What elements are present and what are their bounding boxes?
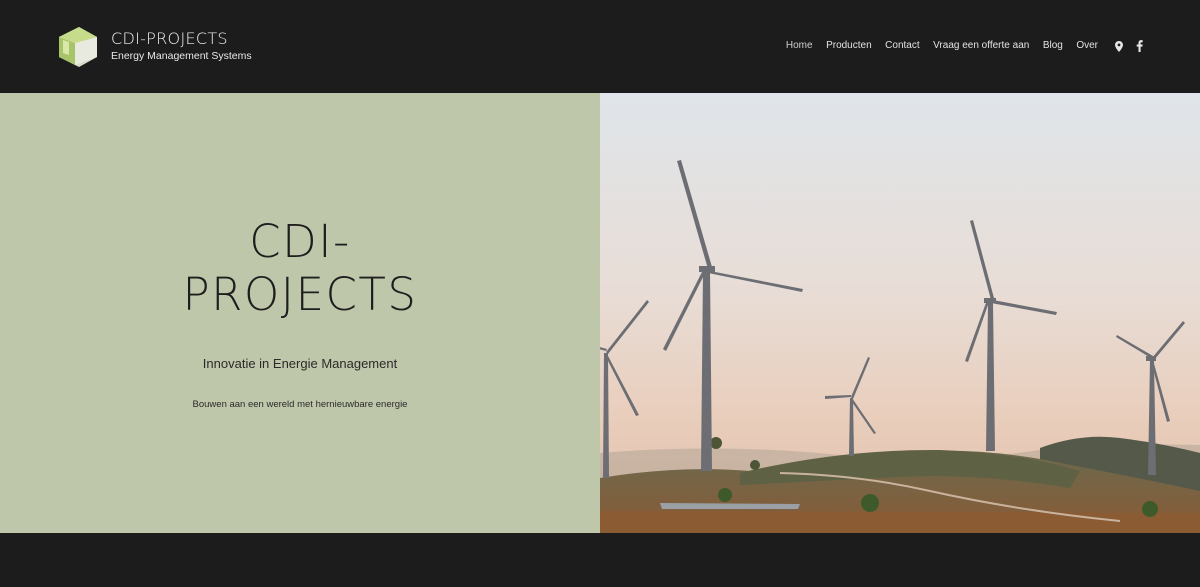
footer-band [0, 533, 1200, 587]
hero-panel: CDI- PROJECTS Innovatie in Energie Manag… [0, 93, 600, 533]
hero-title-line2: PROJECTS [182, 268, 418, 321]
wind-turbines-photo [600, 93, 1200, 533]
brand-name[interactable]: CDI-PROJECTS [111, 29, 228, 48]
social-bar [1113, 39, 1145, 53]
hero-title: CDI- PROJECTS [0, 215, 600, 321]
hero-subtitle: Innovatie in Energie Management [202, 356, 398, 371]
nav-contact[interactable]: Contact [885, 40, 919, 51]
main-nav: Home Producten Contact Vraag een offerte… [772, 40, 1098, 51]
nav-producten[interactable]: Producten [826, 40, 872, 51]
nav-blog[interactable]: Blog [1043, 40, 1063, 51]
map-pin-icon[interactable] [1113, 39, 1125, 53]
house-logo-icon[interactable] [57, 25, 99, 69]
facebook-icon[interactable] [1133, 39, 1145, 53]
brand-tagline: Energy Management Systems [111, 50, 252, 62]
hero-tagline: Bouwen aan een wereld met hernieuwbare e… [192, 399, 408, 410]
nav-offerte[interactable]: Vraag een offerte aan [933, 40, 1029, 51]
nav-over[interactable]: Over [1076, 40, 1098, 51]
hero-title-line1: CDI- [249, 215, 351, 268]
site-header: CDI-PROJECTS Energy Management Systems H… [0, 0, 1200, 93]
nav-home[interactable]: Home [786, 40, 813, 51]
